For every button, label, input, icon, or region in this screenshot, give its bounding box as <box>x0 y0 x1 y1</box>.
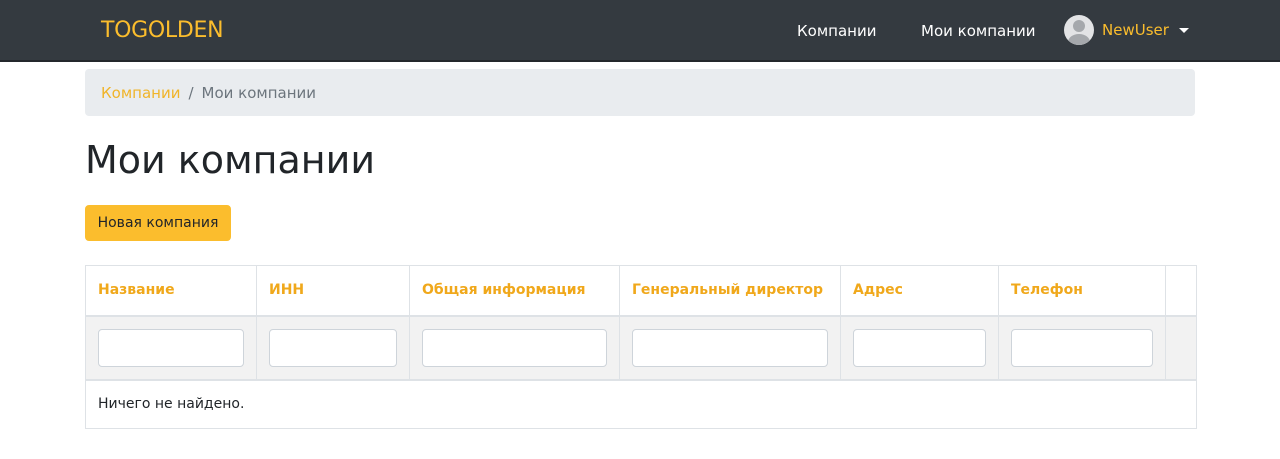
breadcrumb: Компании / Мои компании <box>85 69 1195 116</box>
companies-grid: Название ИНН Общая информация Генеральны… <box>85 265 1197 429</box>
column-header-director[interactable]: Генеральный директор <box>619 265 841 317</box>
nav-link-my-companies[interactable]: Мои компании <box>921 21 1036 41</box>
filter-actions-cell <box>1165 315 1197 381</box>
username-label: NewUser <box>1102 21 1169 39</box>
breadcrumb-current: Мои компании <box>201 83 317 102</box>
column-header-name[interactable]: Название <box>85 265 257 317</box>
column-header-phone[interactable]: Телефон <box>998 265 1166 317</box>
filter-general-info-input[interactable] <box>422 328 607 367</box>
empty-message: Ничего не найдено. <box>85 379 1197 429</box>
user-avatar-icon <box>1064 15 1094 45</box>
filter-phone-input[interactable] <box>1011 328 1153 367</box>
filter-address-input[interactable] <box>853 328 986 367</box>
breadcrumb-separator: / <box>188 83 194 102</box>
grid-header-row: Название ИНН Общая информация Генеральны… <box>85 265 1197 317</box>
nav-link-companies[interactable]: Компании <box>797 21 876 41</box>
filter-inn-input[interactable] <box>269 328 397 367</box>
breadcrumb-link-companies[interactable]: Компании <box>101 84 180 102</box>
column-header-actions <box>1165 265 1197 317</box>
top-navbar: TOGOLDEN Компании Мои компании NewUser <box>0 0 1280 62</box>
column-header-address[interactable]: Адрес <box>840 265 999 317</box>
filter-name-input[interactable] <box>98 328 244 367</box>
chevron-down-icon <box>1178 27 1189 33</box>
filter-director-input[interactable] <box>632 328 828 367</box>
grid-filter-row <box>85 315 1197 381</box>
user-menu-toggle[interactable]: NewUser <box>1064 14 1189 46</box>
column-header-general-info[interactable]: Общая информация <box>409 265 620 317</box>
page-title: Мои компании <box>85 138 376 182</box>
table-row-empty: Ничего не найдено. <box>85 379 1197 429</box>
new-company-button[interactable]: Новая компания <box>85 205 231 241</box>
brand-logo-link[interactable]: TOGOLDEN <box>101 17 224 45</box>
column-header-inn[interactable]: ИНН <box>256 265 410 317</box>
